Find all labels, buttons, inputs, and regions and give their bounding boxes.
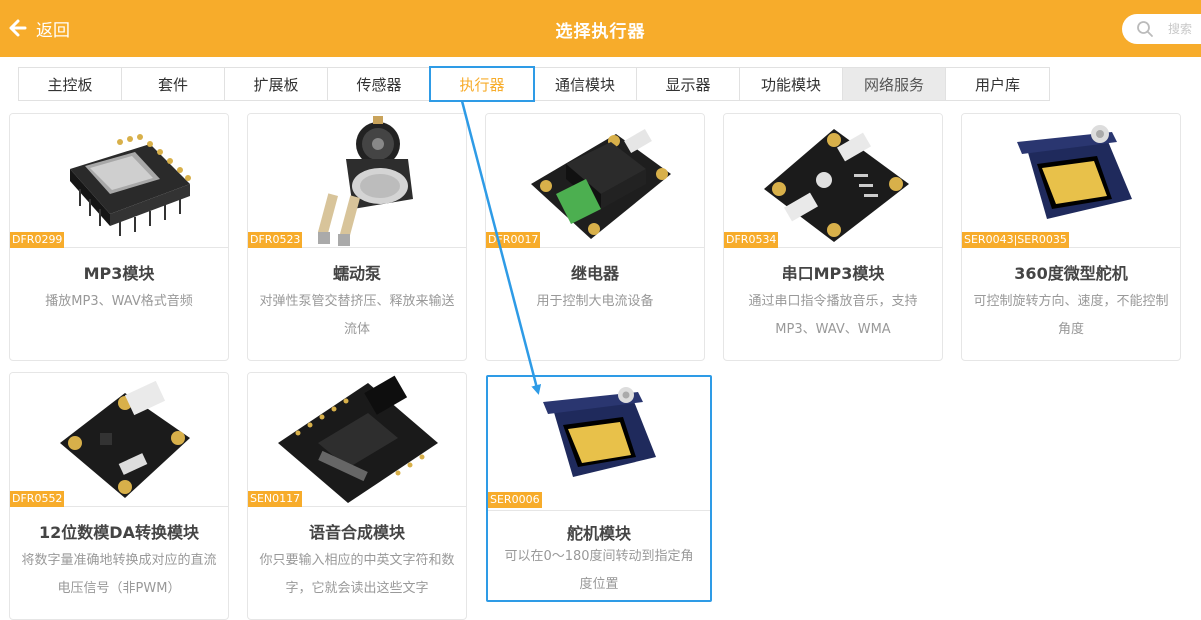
product-card-dac-module[interactable]: DFR0552 12位数模DA转换模块 将数字量准确地转换成对应的直流电压信号（… — [9, 372, 229, 620]
relay-image — [531, 128, 671, 239]
peristaltic-pump-image — [317, 116, 413, 246]
tab-network-service[interactable]: 网络服务 — [843, 68, 946, 100]
sku-badge: SEN0117 — [248, 491, 303, 507]
product-name: 串口MP3模块 — [781, 264, 885, 283]
product-description: 对弹性泵管交替挤压、释放来输送流体 — [259, 294, 455, 337]
top-bar: 返回 选择执行器 — [0, 0, 1201, 57]
tab-function-module[interactable]: 功能模块 — [740, 68, 843, 100]
search-input[interactable] — [1168, 22, 1201, 36]
tab-sensor[interactable]: 传感器 — [328, 68, 431, 100]
servo-360-image — [1017, 125, 1132, 219]
product-name: 蠕动泵 — [332, 264, 381, 283]
search-icon — [1137, 21, 1153, 37]
sku-badge: SER0043|SER0035 — [962, 232, 1069, 248]
product-description: 播放MP3、WAV格式音频 — [45, 294, 193, 309]
product-name: 12位数模DA转换模块 — [39, 523, 199, 542]
sku-badge: DFR0299 — [10, 232, 65, 248]
product-image: DFR0552 — [10, 373, 228, 507]
product-image: DFR0299 — [10, 114, 228, 248]
product-image: DFR0534 — [724, 114, 942, 248]
product-name: 继电器 — [570, 264, 619, 283]
speech-synth-image — [278, 375, 438, 503]
product-image: DFR0523 — [248, 114, 466, 248]
product-name: 360度微型舵机 — [1014, 264, 1128, 283]
product-card-serial-mp3[interactable]: DFR0534 串口MP3模块 通过串口指令播放音乐，支持MP3、WAV、WMA — [723, 113, 943, 361]
tab-user-library[interactable]: 用户库 — [946, 68, 1049, 100]
category-tabs: 主控板 套件 扩展板 传感器 执行器 通信模块 显示器 功能模块 网络服务 用户… — [18, 66, 1050, 102]
tab-expansion-board[interactable]: 扩展板 — [225, 68, 328, 100]
sku-badge: DFR0534 — [724, 232, 779, 248]
product-image: SEN0117 — [248, 373, 466, 507]
sku-badge: DFR0523 — [248, 232, 303, 248]
dac-module-image — [60, 380, 190, 498]
product-description: 将数字量准确地转换成对应的直流电压信号（非PWM） — [21, 553, 217, 596]
product-card-speech-synthesizer[interactable]: SEN0117 语音合成模块 你只要输入相应的中英文字符和数字，它就会读出这些文… — [247, 372, 467, 620]
sku-badge: DFR0552 — [10, 491, 65, 507]
page-title: 选择执行器 — [555, 22, 646, 42]
tab-main-board[interactable]: 主控板 — [19, 68, 122, 100]
product-name: 舵机模块 — [566, 524, 631, 543]
product-name: 语音合成模块 — [308, 523, 405, 542]
product-image: SER0006 — [488, 377, 710, 511]
product-image: DFR0017 — [486, 114, 704, 248]
tab-kit[interactable]: 套件 — [122, 68, 225, 100]
tab-actuator[interactable]: 执行器 — [429, 66, 535, 102]
tab-display[interactable]: 显示器 — [637, 68, 740, 100]
search-box[interactable] — [1122, 14, 1201, 44]
sku-badge: DFR0017 — [486, 232, 541, 248]
product-card-servo[interactable]: SER0006 舵机模块 可以在0～180度间转动到指定角度位置 — [486, 375, 712, 602]
serial-mp3-image — [764, 129, 909, 242]
product-description: 通过串口指令播放音乐，支持MP3、WAV、WMA — [748, 294, 918, 337]
product-card-360-servo[interactable]: SER0043|SER0035 360度微型舵机 可控制旋转方向、速度，不能控制… — [961, 113, 1181, 361]
sku-badge: SER0006 — [488, 492, 542, 508]
product-image: SER0043|SER0035 — [962, 114, 1180, 248]
product-description: 用于控制大电流设备 — [536, 294, 654, 309]
product-card-peristaltic-pump[interactable]: DFR0523 蠕动泵 对弹性泵管交替挤压、释放来输送流体 — [247, 113, 467, 361]
product-description: 可以在0～180度间转动到指定角度位置 — [504, 549, 694, 592]
product-description: 你只要输入相应的中英文字符和数字，它就会读出这些文字 — [259, 553, 455, 596]
product-card-mp3[interactable]: DFR0299 MP3模块 播放MP3、WAV格式音频 — [9, 113, 229, 361]
product-description: 可控制旋转方向、速度，不能控制角度 — [973, 294, 1169, 337]
mp3-module-image — [70, 134, 191, 236]
tab-communication[interactable]: 通信模块 — [534, 68, 637, 100]
servo-image — [543, 387, 656, 477]
product-card-relay[interactable]: DFR0017 继电器 用于控制大电流设备 — [485, 113, 705, 361]
product-name: MP3模块 — [83, 264, 155, 283]
